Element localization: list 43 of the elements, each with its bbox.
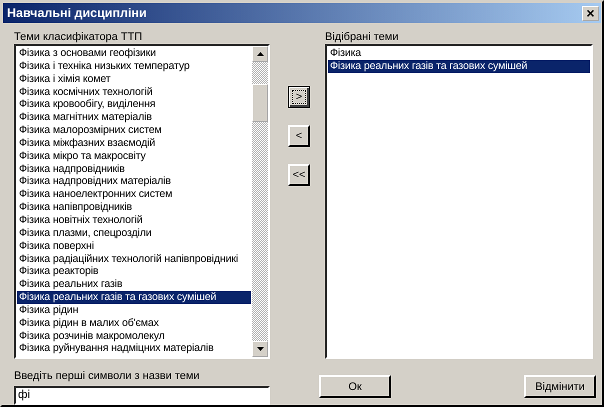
list-item[interactable]: Фізика рідин в малих об'ємах — [17, 316, 251, 330]
list-label: Теми класифікатора ТТП — [14, 30, 144, 44]
list-item[interactable]: Фізика мікро та макросвіту — [17, 150, 251, 163]
scrollbar[interactable] — [252, 46, 268, 357]
list-item[interactable]: Фізика новітніх технологій — [17, 214, 251, 227]
close-button[interactable]: × — [582, 6, 599, 20]
list-item[interactable]: Фізика плазми, спецрозділи — [17, 226, 251, 240]
list-item[interactable]: Фізика реакторів — [17, 265, 251, 278]
scroll-thumb[interactable] — [252, 84, 268, 122]
list-item[interactable]: Фізика — [328, 47, 590, 60]
move-button[interactable]: << — [288, 164, 310, 186]
field-label: Введіть перші символи з назви теми — [14, 369, 201, 383]
list-item[interactable]: Фізика надпровідників — [17, 162, 251, 176]
list-item[interactable]: Фізика радіаційних технологій напівпровідникі — [17, 252, 251, 266]
list-item[interactable]: Фізика кровообігу, виділення — [17, 98, 251, 112]
list-item[interactable]: Фізика напівпровідників — [17, 201, 251, 214]
list-item[interactable]: Фізика реальних газів та газових сумішей — [17, 291, 251, 304]
cancel-button[interactable]: Відмінити — [524, 375, 596, 398]
window-title: Навчальні дисципліни — [7, 6, 147, 20]
scroll-up-icon[interactable] — [256, 52, 264, 56]
ok-button[interactable]: Ок — [319, 375, 391, 398]
scroll-down-icon[interactable] — [256, 347, 264, 351]
topic-list[interactable] — [14, 44, 270, 359]
list-item[interactable]: Фізика поверхні — [17, 240, 251, 252]
list-item[interactable]: Фізика з основами геофізики — [17, 47, 251, 60]
list-label: Відібрані теми — [325, 30, 400, 44]
list-item[interactable]: Фізика надпровідних матеріалів — [17, 175, 251, 188]
list-item[interactable]: Фізика міжфазних взаємодій — [17, 136, 251, 150]
move-button[interactable]: < — [288, 125, 310, 147]
list-item[interactable]: Фізика наноелектронних систем — [17, 188, 251, 202]
move-button[interactable]: > — [288, 86, 310, 108]
selected-topic-list[interactable]: Фізика Фізика реальних газів та газових сумішей — [325, 44, 593, 359]
list-item[interactable]: Фізика і техніка низьких температур — [17, 60, 251, 73]
list-item[interactable]: Фізика рідин — [17, 304, 251, 317]
list-item[interactable]: Фізика реальних газів та газових сумішей — [328, 60, 590, 73]
list-item[interactable]: Фізика малорозмірних систем — [17, 124, 251, 137]
list-item[interactable]: Фізика космічних технологій — [17, 86, 251, 98]
list-item[interactable]: Фізика розчинів макромолекул — [17, 330, 251, 342]
list-item[interactable]: Фізика і хімія комет — [17, 72, 251, 86]
list-item[interactable]: Фізика реальних газів — [17, 278, 251, 292]
list-item[interactable]: Фізика магнітних матеріалів — [17, 111, 251, 124]
list-item[interactable]: Фізика руйнування надміцних матеріалів — [17, 342, 251, 356]
search-field[interactable]: фі — [14, 386, 270, 405]
